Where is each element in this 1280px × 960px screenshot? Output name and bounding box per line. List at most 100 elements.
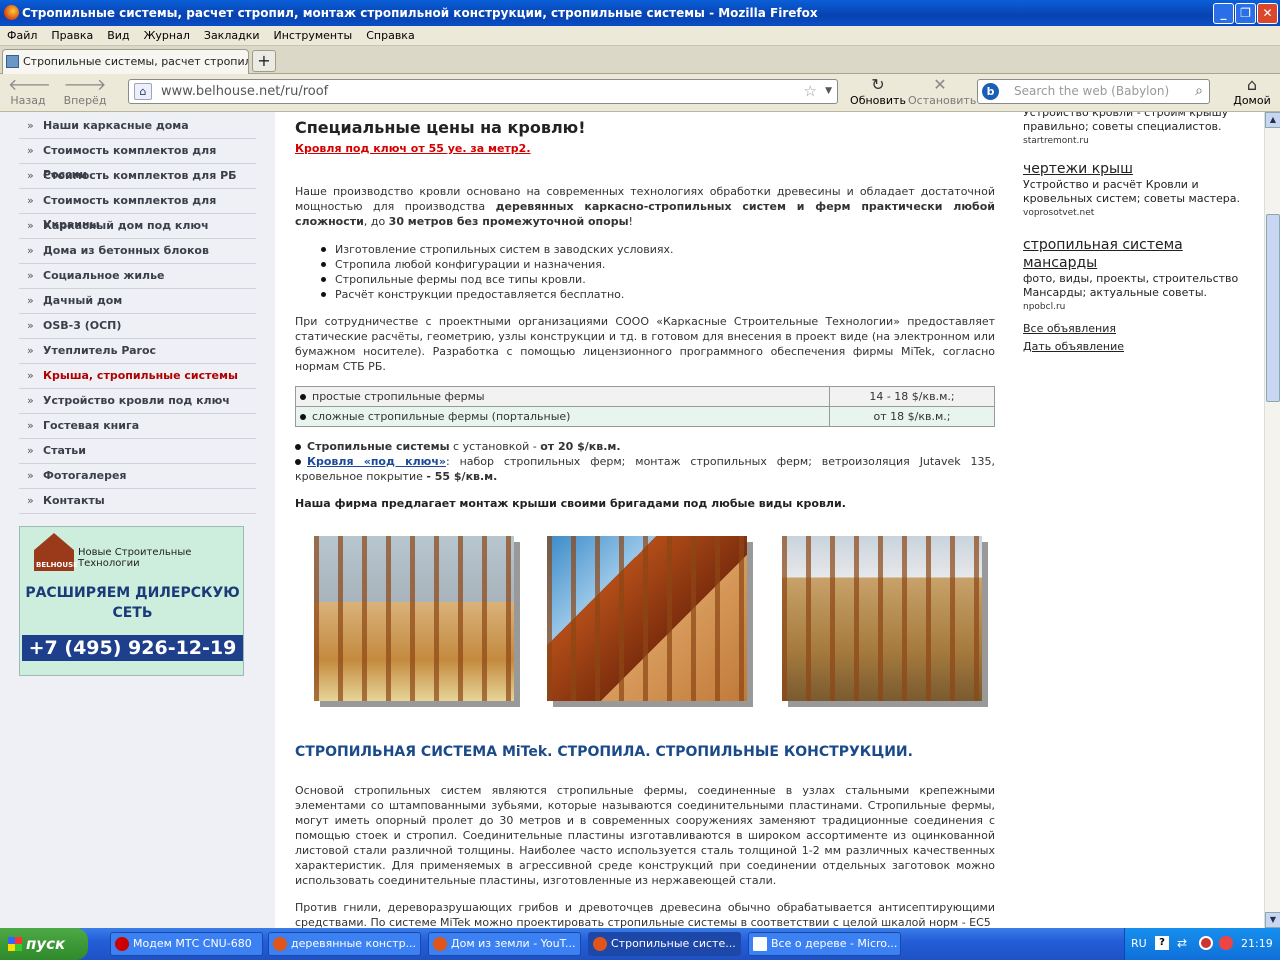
site-identity-icon[interactable]: ⌂ — [134, 83, 152, 100]
sidebar-item-kits-russia[interactable]: Стоимость комплектов для России — [19, 139, 256, 181]
promo-link[interactable]: Кровля под ключ от 55 уе. за метр2. — [295, 142, 531, 155]
url-text: www.belhouse.net/ru/roof — [161, 84, 329, 99]
scroll-up-icon[interactable]: ▲ — [1265, 112, 1280, 128]
start-button[interactable]: пуск — [0, 928, 88, 960]
taskbar-item-firefox-2[interactable]: Дом из земли - YouT... — [428, 932, 581, 956]
antivirus-icon[interactable] — [1199, 936, 1213, 950]
firefox-icon — [273, 937, 287, 951]
dealer-banner[interactable]: BELHOUSE Новые Строительные Технологии Р… — [19, 526, 244, 676]
sidebar-item-roof[interactable]: Крыша, стропильные системы — [19, 364, 256, 389]
maximize-button[interactable]: ❐ — [1235, 3, 1256, 24]
menu-bookmarks[interactable]: Закладки — [197, 26, 267, 46]
bookmark-star-icon[interactable]: ☆ — [804, 80, 817, 103]
forward-arrow-icon: 🡒 — [63, 75, 107, 94]
sidebar-item-contacts[interactable]: Контакты — [19, 489, 256, 514]
scroll-thumb[interactable] — [1266, 214, 1280, 402]
menu-edit[interactable]: Правка — [44, 26, 100, 46]
roof-photo-2 — [547, 536, 747, 701]
ad-title[interactable]: чертежи крыш — [1023, 160, 1255, 178]
sidebar-item-turnkey-roof[interactable]: Устройство кровли под ключ — [19, 389, 256, 414]
list-item: Изготовление стропильных систем в заводс… — [321, 242, 674, 257]
menu-view[interactable]: Вид — [100, 26, 136, 46]
taskbar-item-firefox-active[interactable]: Стропильные систе... — [588, 932, 741, 956]
close-button[interactable]: ✕ — [1257, 3, 1278, 24]
sidebar-item-articles[interactable]: Статьи — [19, 439, 256, 464]
ad-title[interactable]: стропильная система мансарды — [1023, 236, 1255, 272]
menu-history[interactable]: Журнал — [137, 26, 197, 46]
sidebar-item-paroc[interactable]: Утеплитель Paroc — [19, 339, 256, 364]
system-tray: RU ? ⇄ 21:19 — [1124, 928, 1280, 960]
taskbar-item-word[interactable]: Все о дереве - Micro... — [748, 932, 901, 956]
cooperation-paragraph: При сотрудничестве с проектными организа… — [295, 315, 995, 373]
sidebar-item-gallery[interactable]: Фотогалерея — [19, 464, 256, 489]
menu-help[interactable]: Справка — [359, 26, 421, 46]
stop-button[interactable]: ✕ Остановить — [908, 76, 976, 108]
sidebar-item-turnkey-house[interactable]: Каркасный дом под ключ — [19, 214, 256, 239]
banner-phone: +7 (495) 926-12-19 — [22, 635, 243, 661]
menu-bar: Файл Правка Вид Журнал Закладки Инструменты Сп… — [0, 26, 1280, 46]
sidebar-item-osb[interactable]: OSB-3 (ОСП) — [19, 314, 256, 339]
forward-button[interactable]: 🡒 Вперёд — [62, 75, 108, 108]
back-button[interactable]: 🡐 Назад — [8, 76, 51, 108]
ad-links: Все объявления Дать объявление — [1023, 320, 1124, 356]
help-icon[interactable]: ? — [1155, 936, 1169, 950]
price-name-cell: сложные стропильные фермы (портальные) — [295, 406, 830, 427]
body-paragraph-2: Против гнили, дереворазрушающих грибов и… — [295, 901, 995, 928]
firefox-icon — [433, 937, 447, 951]
menu-file[interactable]: Файл — [0, 26, 44, 46]
favicon-icon — [6, 55, 19, 68]
url-dropdown-icon[interactable]: ▼ — [825, 80, 832, 103]
features-list: Изготовление стропильных систем в заводс… — [321, 242, 674, 302]
post-ad-link[interactable]: Дать объявление — [1023, 338, 1124, 356]
new-tab-button[interactable]: + — [252, 50, 276, 72]
ad-text: Устройство кровли - строим крышу правиль… — [1023, 112, 1229, 133]
body-paragraph-1: Основой стропильных систем являются стро… — [295, 784, 995, 887]
language-indicator[interactable]: RU — [1131, 937, 1147, 950]
intro-paragraph: Наше производство кровли основано на сов… — [295, 185, 995, 228]
vertical-scrollbar[interactable]: ▲ ▼ — [1264, 112, 1280, 928]
all-ads-link[interactable]: Все объявления — [1023, 320, 1124, 338]
logo-text: BELHOUSE — [36, 561, 78, 569]
sidebar-item-social-housing[interactable]: Социальное жилье — [19, 264, 256, 289]
opera-tray-icon[interactable] — [1219, 936, 1233, 950]
taskbar-item-firefox-1[interactable]: деревянные констр... — [268, 932, 421, 956]
roof-photo-3 — [782, 536, 982, 701]
taskbar-item-modem[interactable]: Модем МТС CNU-680 — [110, 932, 263, 956]
sidebar-item-kits-rb[interactable]: Стоимость комплектов для РБ — [19, 164, 256, 189]
price-value-cell: от 18 $/кв.м.; — [829, 406, 995, 427]
list-item: Расчёт конструкции предоставляется беспл… — [321, 287, 674, 302]
minimize-button[interactable]: _ — [1213, 3, 1234, 24]
ad-domain: startremont.ru — [1023, 136, 1089, 146]
sidebar-nav: Наши каркасные дома Стоимость комплектов… — [19, 114, 256, 514]
left-sidebar: Наши каркасные дома Стоимость комплектов… — [0, 112, 275, 928]
ad-block[interactable]: Устройство кровли - строим крышу правиль… — [1023, 112, 1255, 148]
home-button[interactable]: ⌂ Домой — [1232, 75, 1272, 108]
url-bar[interactable]: ⌂ www.belhouse.net/ru/roof ☆ ▼ — [128, 79, 838, 104]
table-row: сложные стропильные фермы (портальные) о… — [295, 406, 995, 427]
home-icon: ⌂ — [1246, 75, 1258, 94]
reload-button[interactable]: ↻ Обновить — [850, 76, 906, 108]
sidebar-item-frame-houses[interactable]: Наши каркасные дома — [19, 114, 256, 139]
babylon-search-icon[interactable]: b — [982, 83, 999, 100]
turnkey-roof-link[interactable]: Кровля «под ключ» — [307, 455, 446, 468]
network-icon[interactable]: ⇄ — [1177, 936, 1187, 950]
ad-text: Устройство и расчёт Кровли и кровельных … — [1023, 178, 1241, 205]
list-item: Стропильные фермы под все типы кровли. — [321, 272, 674, 287]
scroll-down-icon[interactable]: ▼ — [1265, 912, 1280, 928]
price-value-cell: 14 - 18 $/кв.м.; — [829, 386, 995, 407]
roof-photo-1 — [314, 536, 514, 701]
search-input[interactable]: b Search the web (Babylon) ⌕ — [977, 79, 1210, 104]
firefox-window: Стропильные системы, расчет стропил, мон… — [0, 0, 1280, 960]
sidebar-item-country-house[interactable]: Дачный дом — [19, 289, 256, 314]
sidebar-item-guestbook[interactable]: Гостевая книга — [19, 414, 256, 439]
navigation-toolbar: 🡐 Назад 🡒 Вперёд ⌂ www.belhouse.net/ru/r… — [0, 74, 1280, 112]
ad-block[interactable]: чертежи крыш Устройство и расчёт Кровли … — [1023, 160, 1255, 220]
search-go-icon[interactable]: ⌕ — [1195, 80, 1203, 103]
banner-company: Новые Строительные Технологии — [78, 547, 192, 569]
sidebar-item-concrete-houses[interactable]: Дома из бетонных блоков — [19, 239, 256, 264]
page-title: Специальные цены на кровлю! — [295, 118, 586, 137]
tab-active[interactable]: Стропильные системы, расчет стропил, м..… — [2, 49, 249, 74]
sidebar-item-kits-ukraine[interactable]: Стоимость комплектов для Украины — [19, 189, 256, 231]
menu-tools[interactable]: Инструменты — [267, 26, 360, 46]
ad-block[interactable]: стропильная система мансарды фото, виды,… — [1023, 236, 1255, 314]
